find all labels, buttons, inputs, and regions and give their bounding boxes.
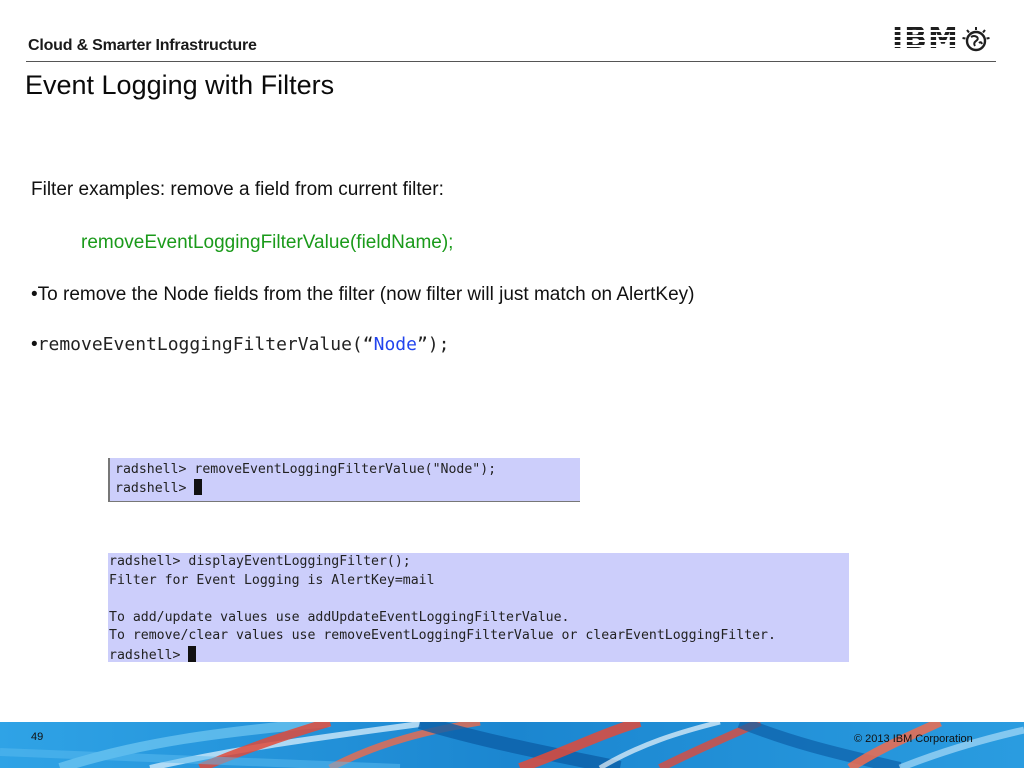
brand-line: Cloud & Smarter Infrastructure	[28, 37, 257, 54]
bullet-glyph: •	[31, 334, 38, 355]
ibm-logo: IBM	[892, 22, 996, 58]
slide: Cloud & Smarter Infrastructure IBM Event…	[0, 0, 1024, 768]
terminal-screenshot-2: radshell> displayEventLoggingFilter(); F…	[108, 553, 849, 665]
filter-examples-text: Filter examples: remove a field from cur…	[31, 179, 444, 200]
page-number: 49	[31, 731, 44, 743]
footer-band	[0, 722, 1024, 768]
ibm-logo-text: IBM	[892, 21, 959, 56]
header-divider	[26, 61, 996, 62]
terminal-line: radshell> displayEventLoggingFilter();	[109, 554, 411, 569]
code-prefix: removeEventLoggingFilterValue(“	[37, 334, 374, 355]
terminal-prompt: radshell>	[115, 481, 195, 496]
bullet-code-example: •removeEventLoggingFilterValue(“Node”);	[31, 334, 449, 356]
copyright-text: © 2013 IBM Corporation	[854, 733, 973, 745]
terminal-line: radshell> removeEventLoggingFilterValue(…	[115, 462, 497, 477]
page-title: Event Logging with Filters	[25, 70, 335, 100]
terminal-line: radshell>	[115, 479, 580, 498]
footer-decoration	[0, 722, 1024, 768]
terminal-line: radshell>	[109, 645, 849, 665]
globe-icon	[962, 27, 990, 52]
bullet-remove-node-text: •To remove the Node fields from the filt…	[31, 284, 695, 305]
terminal-line: To remove/clear values use removeEventLo…	[109, 628, 776, 644]
terminal-cursor	[188, 645, 197, 662]
terminal-prompt: radshell>	[109, 647, 189, 663]
terminal-screenshot-1: radshell> removeEventLoggingFilterValue(…	[108, 458, 580, 502]
code-signature: removeEventLoggingFilterValue(fieldName)…	[81, 232, 454, 253]
terminal-line: To add/update values use addUpdateEventL…	[109, 609, 570, 625]
code-arg-node: Node	[373, 334, 417, 355]
code-suffix: ”);	[416, 334, 450, 355]
terminal-line: Filter for Event Logging is AlertKey=mai…	[109, 572, 435, 588]
terminal-cursor	[194, 479, 203, 495]
